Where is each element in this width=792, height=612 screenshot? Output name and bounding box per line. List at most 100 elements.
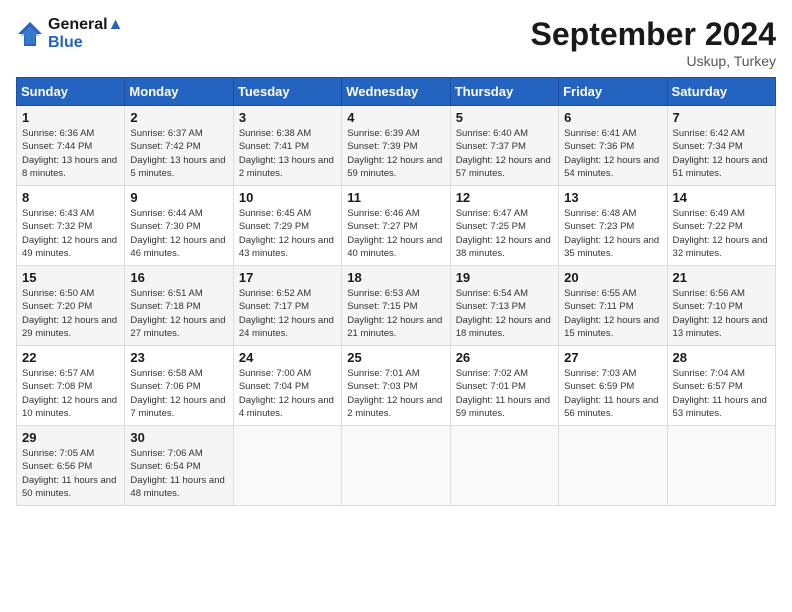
daylight-label: Daylight: 12 hours and 43 minutes. (239, 235, 334, 259)
sunset-label: Sunset: 6:56 PM (22, 461, 92, 472)
day-cell-6: 6 Sunrise: 6:41 AM Sunset: 7:36 PM Daylight… (559, 106, 667, 186)
sunset-label: Sunset: 7:08 PM (22, 381, 92, 392)
sunset-label: Sunset: 7:37 PM (456, 141, 526, 152)
sunset-label: Sunset: 6:59 PM (564, 381, 634, 392)
day-number: 1 (22, 110, 119, 125)
sunset-label: Sunset: 7:41 PM (239, 141, 309, 152)
day-info: Sunrise: 6:54 AMSunset: 7:13 PMDaylight:… (456, 287, 553, 340)
day-cell-18: 18Sunrise: 6:53 AMSunset: 7:15 PMDayligh… (342, 266, 450, 346)
daylight-label: Daylight: 12 hours and 29 minutes. (22, 315, 117, 339)
day-number: 21 (673, 270, 770, 285)
sunrise-label: Sunrise: 6:47 AM (456, 208, 528, 219)
sunset-label: Sunset: 7:23 PM (564, 221, 634, 232)
daylight-label: Daylight: 11 hours and 50 minutes. (22, 475, 116, 499)
sunset-label: Sunset: 7:03 PM (347, 381, 417, 392)
day-cell-4: 4Sunrise: 6:39 AMSunset: 7:39 PMDaylight… (342, 106, 450, 186)
sunset-label: Sunset: 7:06 PM (130, 381, 200, 392)
daylight-label: Daylight: 11 hours and 48 minutes. (130, 475, 224, 499)
daylight-label: Daylight: 12 hours and 57 minutes. (456, 155, 551, 179)
day-number: 16 (130, 270, 227, 285)
sunrise-label: Sunrise: 6:57 AM (22, 368, 94, 379)
calendar-table: Sunday Monday Tuesday Wednesday Thursday… (16, 77, 776, 506)
day-number: 8 (22, 190, 119, 205)
sunrise-label: Sunrise: 7:05 AM (22, 448, 94, 459)
header-sunday: Sunday (17, 78, 125, 106)
calendar-week-row: 1Sunrise: 6:36 AMSunset: 7:44 PMDaylight… (17, 106, 776, 186)
header-tuesday: Tuesday (233, 78, 341, 106)
daylight-label: Daylight: 12 hours and 18 minutes. (456, 315, 551, 339)
sunrise-label: Sunrise: 7:04 AM (673, 368, 745, 379)
day-number: 19 (456, 270, 553, 285)
daylight-label: Daylight: 11 hours and 56 minutes. (564, 395, 658, 419)
sunset-label: Sunset: 7:36 PM (564, 141, 634, 152)
sunset-label: Sunset: 7:27 PM (347, 221, 417, 232)
daylight-label: Daylight: 12 hours and 40 minutes. (347, 235, 442, 259)
day-number: 30 (130, 430, 227, 445)
day-cell-7: 7 Sunrise: 6:42 AMSunset: 7:34 PMDaylight… (667, 106, 775, 186)
day-info: Sunrise: 6:51 AMSunset: 7:18 PMDaylight:… (130, 287, 227, 340)
day-info: Sunrise: 6:40 AMSunset: 7:37 PMDaylight:… (456, 127, 553, 180)
header-monday: Monday (125, 78, 233, 106)
day-cell-24: 24Sunrise: 7:00 AMSunset: 7:04 PMDayligh… (233, 346, 341, 426)
day-info: Sunrise: 6:52 AMSunset: 7:17 PMDaylight:… (239, 287, 336, 340)
daylight-label: Daylight: 12 hours and 24 minutes. (239, 315, 334, 339)
sunrise-label: Sunrise: 6:37 AM (130, 128, 202, 139)
day-number: 26 (456, 350, 553, 365)
sunset-label: Sunset: 7:17 PM (239, 301, 309, 312)
sunrise-label: Sunrise: 7:03 AM (564, 368, 636, 379)
day-number: 7 (673, 110, 770, 125)
day-info: Sunrise: 7:03 AM Sunset: 6:59 PM Daylight:… (564, 367, 661, 420)
day-info: Sunrise: 6:37 AMSunset: 7:42 PMDaylight:… (130, 127, 227, 180)
daylight-label: Daylight: 12 hours and 13 minutes. (673, 315, 768, 339)
day-cell-12: 12Sunrise: 6:47 AMSunset: 7:25 PMDayligh… (450, 186, 558, 266)
day-cell-28: 28Sunrise: 7:04 AMSunset: 6:57 PMDayligh… (667, 346, 775, 426)
empty-cell (667, 426, 775, 506)
sunset-label: Sunset: 7:13 PM (456, 301, 526, 312)
daylight-label: Daylight: 12 hours and 21 minutes. (347, 315, 442, 339)
sunrise-label: Sunrise: 6:50 AM (22, 288, 94, 299)
day-info: Sunrise: 6:41 AM Sunset: 7:36 PM Daylight:… (564, 127, 661, 180)
day-cell-29: 29 Sunrise: 7:05 AM Sunset: 6:56 PM Dayligh… (17, 426, 125, 506)
daylight-label: Daylight: 12 hours and 10 minutes. (22, 395, 117, 419)
title-block: September 2024 Uskup, Turkey (531, 16, 776, 69)
day-cell-23: 23Sunrise: 6:58 AMSunset: 7:06 PMDayligh… (125, 346, 233, 426)
day-info: Sunrise: 6:48 AM Sunset: 7:23 PM Daylight:… (564, 207, 661, 260)
day-number: 2 (130, 110, 227, 125)
sunrise-label: Sunrise: 6:53 AM (347, 288, 419, 299)
day-info: Sunrise: 6:38 AMSunset: 7:41 PMDaylight:… (239, 127, 336, 180)
empty-cell (342, 426, 450, 506)
sunrise-label: Sunrise: 6:48 AM (564, 208, 636, 219)
day-number: 6 (564, 110, 661, 125)
daylight-label: Daylight: 12 hours and 54 minutes. (564, 155, 659, 179)
month-title: September 2024 (531, 16, 776, 53)
day-number: 22 (22, 350, 119, 365)
sunrise-label: Sunrise: 6:49 AM (673, 208, 745, 219)
sunset-label: Sunset: 6:57 PM (673, 381, 743, 392)
empty-cell (559, 426, 667, 506)
sunrise-label: Sunrise: 7:06 AM (130, 448, 202, 459)
day-cell-27: 27Sunrise: 7:03 AMSunset: 6:59 PMDayligh… (559, 346, 667, 426)
day-cell-30: 30Sunrise: 7:06 AMSunset: 6:54 PMDayligh… (125, 426, 233, 506)
sunrise-label: Sunrise: 6:55 AM (564, 288, 636, 299)
day-info: Sunrise: 6:47 AMSunset: 7:25 PMDaylight:… (456, 207, 553, 260)
sunset-label: Sunset: 7:10 PM (673, 301, 743, 312)
day-cell-20: 20Sunrise: 6:55 AMSunset: 7:11 PMDayligh… (559, 266, 667, 346)
logo: General▲ Blue (16, 16, 123, 51)
daylight-label: Daylight: 12 hours and 15 minutes. (564, 315, 659, 339)
header-thursday: Thursday (450, 78, 558, 106)
sunset-label: Sunset: 7:04 PM (239, 381, 309, 392)
day-number: 29 (22, 430, 119, 445)
day-number: 24 (239, 350, 336, 365)
sunset-label: Sunset: 7:39 PM (347, 141, 417, 152)
sunrise-label: Sunrise: 6:41 AM (564, 128, 636, 139)
daylight-label: Daylight: 12 hours and 35 minutes. (564, 235, 659, 259)
sunrise-label: Sunrise: 6:51 AM (130, 288, 202, 299)
day-info: Sunrise: 6:42 AMSunset: 7:34 PMDaylight:… (673, 127, 770, 180)
day-number: 18 (347, 270, 444, 285)
sunrise-label: Sunrise: 6:44 AM (130, 208, 202, 219)
day-cell-13: 13Sunrise: 6:48 AMSunset: 7:23 PMDayligh… (559, 186, 667, 266)
day-info: Sunrise: 7:05 AM Sunset: 6:56 PM Daylight:… (22, 447, 119, 500)
daylight-label: Daylight: 12 hours and 7 minutes. (130, 395, 225, 419)
daylight-label: Daylight: 12 hours and 46 minutes. (130, 235, 225, 259)
day-cell-19: 19 Sunrise: 6:54 AMSunset: 7:13 PMDayligh… (450, 266, 558, 346)
